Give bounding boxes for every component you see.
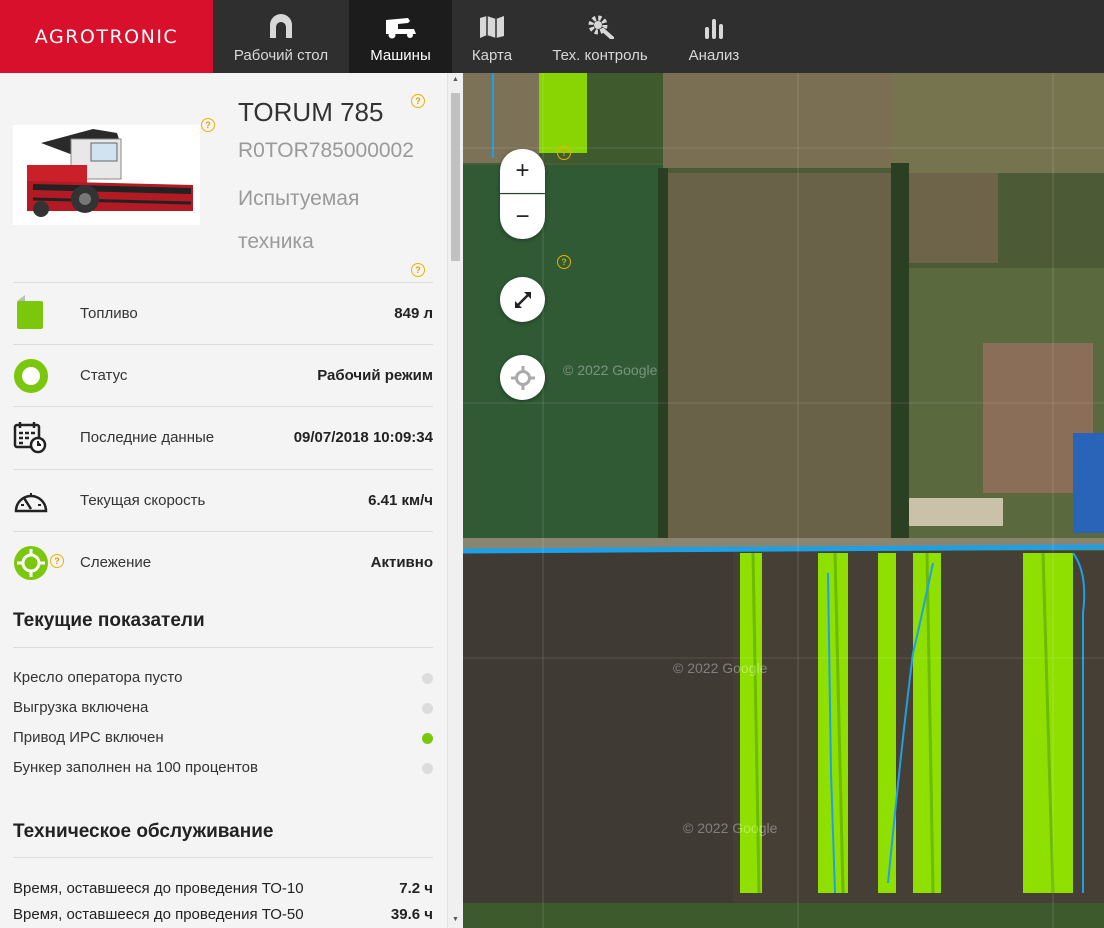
- stat-row-status: Статус Рабочий режим: [13, 344, 433, 407]
- maintenance-heading: Техническое обслуживание: [13, 821, 274, 842]
- wrench-gear-icon: [588, 15, 614, 39]
- nav-tab-label: Рабочий стол: [233, 47, 329, 64]
- nav-tab-map[interactable]: Карта: [452, 0, 532, 73]
- stat-value: 6.41 км/ч: [368, 492, 433, 509]
- map-watermark: © 2022 Google: [673, 660, 768, 676]
- divider: [13, 647, 433, 648]
- stat-label: Последние данные: [80, 429, 215, 446]
- stat-value: Рабочий режим: [317, 367, 433, 384]
- help-icon[interactable]: ?: [201, 118, 215, 132]
- target-crosshair-icon: [510, 365, 535, 390]
- stat-row-speed: Текущая скорость 6.41 км/ч: [13, 469, 433, 532]
- locate-machine-button[interactable]: [500, 355, 545, 400]
- map-icon: [480, 16, 504, 38]
- indicator-label: Привод ИРС включен: [13, 729, 164, 746]
- maintenance-label: Время, оставшееся до проведения ТО-50: [13, 906, 304, 923]
- status-ring-icon: [14, 359, 48, 393]
- fuel-icon: [17, 295, 43, 329]
- indicator-status-dot: [422, 763, 433, 774]
- nav-tab-label: Тех. контроль: [552, 47, 648, 64]
- indicator-status-dot: [422, 673, 433, 684]
- maintenance-label: Время, оставшееся до проведения ТО-10: [13, 880, 304, 897]
- nav-tab-label: Машины: [370, 47, 431, 64]
- stat-value: 849 л: [394, 305, 433, 322]
- nav-tab-label: Карта: [471, 47, 513, 64]
- speedometer-icon: [14, 493, 48, 513]
- machine-serial: R0TOR785000002: [238, 139, 414, 162]
- stat-value: Активно: [370, 554, 433, 571]
- stat-label: Слежение: [80, 554, 152, 571]
- indicator-label: Выгрузка включена: [13, 699, 149, 716]
- stat-row-last-data: Последние данные 09/07/2018 10:09:34: [13, 406, 433, 469]
- help-icon[interactable]: ?: [50, 554, 64, 568]
- nav-tab-machines[interactable]: Машины: [349, 0, 452, 73]
- calendar-clock-icon: [13, 422, 47, 454]
- indicator-label: Бункер заполнен на 100 процентов: [13, 759, 258, 776]
- panel-scrollbar[interactable]: ▲ ▼: [447, 73, 463, 928]
- scroll-up-arrow-icon[interactable]: ▲: [452, 76, 459, 83]
- stat-label: Статус: [80, 367, 128, 384]
- nav-tab-desktop[interactable]: Рабочий стол: [213, 0, 349, 73]
- machine-details-panel: ? TORUM 785 ? R0TOR785000002 Испытуемая …: [0, 73, 463, 928]
- scroll-down-arrow-icon[interactable]: ▼: [452, 916, 459, 923]
- machine-photo: [13, 125, 200, 225]
- nav-tab-analysis[interactable]: Анализ: [668, 0, 760, 73]
- indicator-row: Кресло оператора пусто: [13, 669, 433, 693]
- fullscreen-button[interactable]: [500, 277, 545, 322]
- indicator-status-dot: [422, 703, 433, 714]
- harvester-icon: [385, 18, 416, 39]
- nav-tab-tech-control[interactable]: Тех. контроль: [532, 0, 668, 73]
- machine-group: Испытуемая техника: [238, 187, 360, 253]
- maintenance-row: Время, оставшееся до проведения ТО-10 7.…: [13, 880, 433, 897]
- indicator-row: Бункер заполнен на 100 процентов: [13, 759, 433, 783]
- stat-value: 09/07/2018 10:09:34: [293, 429, 433, 446]
- help-icon[interactable]: ?: [411, 263, 425, 277]
- tracking-icon: [14, 546, 48, 580]
- stat-label: Текущая скорость: [80, 492, 206, 509]
- agrotronic-logo[interactable]: AGROTRONIC: [0, 0, 213, 73]
- maintenance-value: 39.6 ч: [390, 906, 433, 923]
- help-icon[interactable]: ?: [557, 255, 571, 269]
- indicator-label: Кресло оператора пусто: [13, 669, 183, 686]
- expand-arrows-icon: [514, 291, 531, 308]
- map-watermark: © 2022 Google: [683, 820, 778, 836]
- satellite-imagery: © 2022 Google © 2022 Google © 2022 Googl…: [463, 73, 1104, 928]
- help-icon[interactable]: ?: [411, 94, 425, 108]
- indicator-row: Привод ИРС включен: [13, 729, 433, 753]
- zoom-in-button[interactable]: +: [500, 149, 545, 193]
- arch-icon: [270, 14, 292, 38]
- zoom-out-button[interactable]: −: [500, 194, 545, 239]
- map-watermark: © 2022 Google: [563, 362, 658, 378]
- plus-icon: +: [515, 157, 530, 184]
- nav-tab-label: Анализ: [688, 47, 740, 64]
- indicator-row: Выгрузка включена: [13, 699, 433, 723]
- maintenance-value: 7.2 ч: [399, 880, 433, 897]
- minus-icon: −: [515, 203, 530, 230]
- help-icon[interactable]: ?: [557, 146, 571, 160]
- divider: [13, 857, 433, 858]
- stat-row-fuel: Топливо 849 л: [13, 282, 433, 345]
- indicators-heading: Текущие показатели: [13, 610, 205, 631]
- top-navigation-bar: AGROTRONIC Рабочий стол Машины Карта Тех…: [0, 0, 1104, 73]
- satellite-map[interactable]: © 2022 Google © 2022 Google © 2022 Googl…: [463, 73, 1104, 928]
- machine-model: TORUM 785: [238, 97, 384, 127]
- scrollbar-thumb[interactable]: [451, 93, 460, 261]
- stat-row-tracking: ? Слежение Активно: [13, 531, 433, 594]
- bar-chart-icon: [705, 19, 723, 39]
- maintenance-row: Время, оставшееся до проведения ТО-50 39…: [13, 906, 433, 923]
- indicator-status-dot: [422, 733, 433, 744]
- stat-label: Топливо: [80, 305, 138, 322]
